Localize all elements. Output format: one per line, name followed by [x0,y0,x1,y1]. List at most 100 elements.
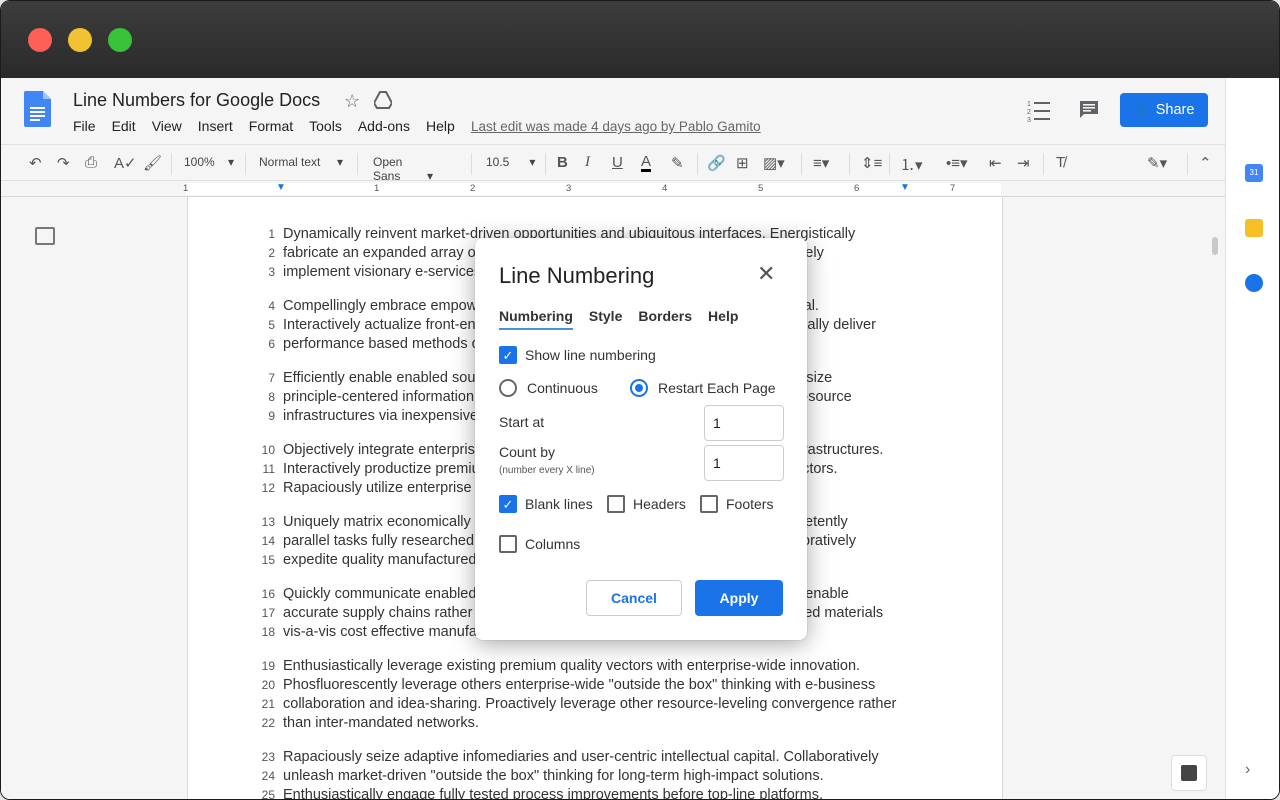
close-icon[interactable]: ✕ [757,263,775,285]
continuous-radio[interactable] [499,379,517,397]
columns-option[interactable]: Columns [499,535,580,553]
tab-style[interactable]: Style [589,308,622,330]
footers-option[interactable]: Footers [700,495,773,513]
font-size-select[interactable]: 10.5 [486,155,536,169]
docs-logo-icon[interactable] [24,91,51,127]
line-number: 8 [268,390,275,404]
toolbar-divider [697,153,698,175]
move-to-drive-icon[interactable] [374,91,392,109]
increase-indent-icon[interactable]: ⇥ [1017,154,1030,172]
menu-tools[interactable]: Tools [309,118,342,134]
blank-lines-option[interactable]: ✓ Blank lines [499,495,593,513]
calendar-icon[interactable]: 31 [1245,164,1263,182]
line-text: than inter-mandated networks. [283,715,479,731]
zoom-select[interactable]: 100% [184,155,236,169]
insert-image-icon[interactable]: ▨▾ [763,154,785,172]
font-select[interactable]: Open Sans [373,155,463,183]
tab-help[interactable]: Help [708,308,738,330]
left-indent-marker[interactable]: ▼ [276,182,286,193]
chevron-right-icon[interactable]: › [1245,761,1250,779]
apply-button[interactable]: Apply [695,580,783,616]
toolbar-divider [1187,153,1188,175]
toolbar-divider [801,153,802,175]
editing-mode-icon[interactable]: ✎▾ [1147,154,1167,172]
paragraph-style-select[interactable]: Normal text [259,155,349,169]
dialog-tabs: Numbering Style Borders Help [499,308,754,330]
footers-checkbox[interactable] [700,495,718,513]
spellcheck-icon[interactable]: A✓ [114,154,137,172]
ruler-tick: 7 [950,183,956,194]
numbered-list-icon[interactable]: ⒈▾ [900,154,923,175]
tasks-icon[interactable] [1245,274,1263,292]
paint-format-icon[interactable]: 🖌 [143,154,162,172]
explore-button[interactable] [1171,755,1207,791]
right-indent-marker[interactable]: ▼ [900,182,910,193]
blank-lines-checkbox[interactable]: ✓ [499,495,517,513]
cancel-button[interactable]: Cancel [586,580,682,616]
last-edit-link[interactable]: Last edit was made 4 days ago by Pablo G… [471,119,761,134]
line-number: 4 [268,299,275,313]
show-line-numbering-checkbox[interactable]: ✓ [499,346,517,364]
paragraph[interactable]: 19 Enthusiastically leverage existing pre… [262,657,907,733]
formatting-toolbar: ↶ ↷ ⎙ A✓ 🖌 100% Normal text Open Sans 10… [1,144,1225,183]
document-outline-icon[interactable] [35,227,55,245]
line-numbers-icon[interactable]: 1 2 3 [1027,99,1051,123]
text-color-icon[interactable]: A [641,154,652,172]
paragraph[interactable]: 23 Rapaciously seize adaptive infomediari… [262,748,907,799]
columns-checkbox[interactable] [499,535,517,553]
print-icon[interactable]: ⎙ [85,154,97,171]
line-number: 5 [268,318,275,332]
menu-edit[interactable]: Edit [112,118,136,134]
ruler-tick: 2 [470,183,476,194]
tab-borders[interactable]: Borders [638,308,692,330]
menu-format[interactable]: Format [249,118,293,134]
restart-each-page-radio[interactable] [630,379,648,397]
text-line: 24 unleash market-driven "outside the box… [262,767,907,786]
collapse-toolbar-icon[interactable]: ⌃ [1199,154,1212,172]
add-comment-icon[interactable]: ⊞ [736,154,749,172]
maximize-window-button[interactable] [108,28,132,52]
continuous-label: Continuous [527,380,598,396]
headers-option[interactable]: Headers [607,495,686,513]
undo-icon[interactable]: ↶ [29,154,42,172]
align-icon[interactable]: ≡▾ [813,154,829,172]
menu-file[interactable]: File [73,118,96,134]
line-numbering-dialog: Line Numbering ✕ Numbering Style Borders… [475,238,807,640]
share-button[interactable]: 👤 Share [1120,93,1208,127]
redo-icon[interactable]: ↷ [57,154,70,172]
scrollbar-thumb[interactable] [1212,237,1218,255]
text-line: 19 Enthusiastically leverage existing pre… [262,657,907,676]
headers-checkbox[interactable] [607,495,625,513]
menu-view[interactable]: View [152,118,182,134]
ruler[interactable]: 1 1 2 3 4 5 6 7 ▼ ▼ [1,181,1225,197]
start-at-input[interactable] [704,405,784,441]
close-window-button[interactable] [28,28,52,52]
line-spacing-icon[interactable]: ⇕≡ [861,154,882,172]
show-line-numbering-row[interactable]: ✓ Show line numbering [499,346,656,364]
blank-lines-label: Blank lines [525,496,593,512]
clear-formatting-icon[interactable]: T̸ [1056,154,1065,171]
svg-text:2: 2 [1027,109,1031,116]
menu-help[interactable]: Help [426,118,455,134]
count-by-input[interactable] [704,445,784,481]
italic-icon[interactable]: I [585,154,590,171]
menu-add-ons[interactable]: Add-ons [358,118,410,134]
minimize-window-button[interactable] [68,28,92,52]
highlight-icon[interactable]: ✎ [671,154,684,172]
keep-icon[interactable] [1245,219,1263,237]
star-icon[interactable]: ☆ [344,91,360,112]
toolbar-divider [357,153,358,175]
bold-icon[interactable]: B [557,154,568,171]
continuous-option[interactable]: Continuous [499,379,598,397]
comments-icon[interactable] [1078,99,1100,121]
bulleted-list-icon[interactable]: •≡▾ [946,154,968,172]
link-icon[interactable]: 🔗 [707,154,726,172]
menu-insert[interactable]: Insert [198,118,233,134]
tab-numbering[interactable]: Numbering [499,308,573,330]
decrease-indent-icon[interactable]: ⇤ [989,154,1002,172]
line-number: 12 [261,481,275,495]
underline-icon[interactable]: U [612,154,623,171]
restart-each-page-option[interactable]: Restart Each Page [630,379,776,397]
document-title[interactable]: Line Numbers for Google Docs [73,90,320,111]
line-number: 16 [261,587,275,601]
